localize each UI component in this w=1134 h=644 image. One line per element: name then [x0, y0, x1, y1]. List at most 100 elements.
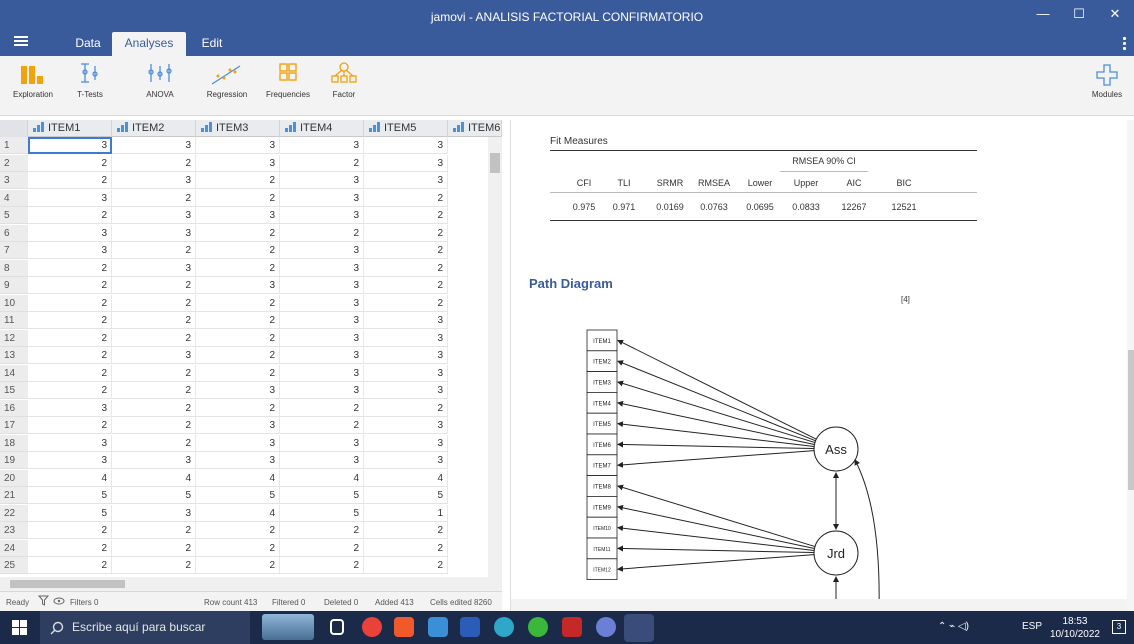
- row-number[interactable]: 21: [0, 487, 28, 504]
- table-cell[interactable]: 2: [112, 522, 196, 539]
- table-cell[interactable]: 2: [196, 224, 280, 242]
- table-cell[interactable]: 3: [280, 172, 364, 189]
- table-cell[interactable]: 2: [112, 189, 196, 207]
- table-cell[interactable]: 2: [196, 259, 280, 277]
- task-view-icon[interactable]: [330, 619, 344, 635]
- row-number[interactable]: 20: [0, 469, 28, 487]
- row-number[interactable]: 13: [0, 347, 28, 364]
- table-cell[interactable]: 4: [112, 469, 196, 487]
- row-number[interactable]: 3: [0, 172, 28, 189]
- table-cell[interactable]: 2: [112, 312, 196, 329]
- table-cell[interactable]: 2: [28, 154, 112, 172]
- table-cell[interactable]: 3: [112, 347, 196, 364]
- table-cell[interactable]: 2: [112, 399, 196, 417]
- table-cell[interactable]: 2: [280, 154, 364, 172]
- table-cell[interactable]: 2: [112, 154, 196, 172]
- table-cell[interactable]: 3: [28, 452, 112, 469]
- table-cell[interactable]: 3: [112, 452, 196, 469]
- table-cell[interactable]: 3: [364, 137, 448, 154]
- table-cell[interactable]: 2: [196, 312, 280, 329]
- row-number[interactable]: 22: [0, 504, 28, 522]
- table-cell[interactable]: 5: [28, 487, 112, 504]
- table-cell[interactable]: 3: [112, 504, 196, 522]
- table-cell[interactable]: 3: [28, 224, 112, 242]
- column-header-item3[interactable]: ITEM3: [196, 120, 280, 137]
- table-cell[interactable]: 3: [280, 242, 364, 259]
- table-cell[interactable]: 4: [28, 469, 112, 487]
- table-cell[interactable]: 3: [196, 452, 280, 469]
- table-cell[interactable]: 2: [28, 329, 112, 347]
- table-cell[interactable]: 2: [28, 364, 112, 382]
- row-number[interactable]: 10: [0, 294, 28, 312]
- table-cell[interactable]: 3: [280, 312, 364, 329]
- table-cell[interactable]: 2: [280, 557, 364, 574]
- table-cell[interactable]: 2: [112, 242, 196, 259]
- row-number[interactable]: 18: [0, 434, 28, 452]
- table-cell[interactable]: 3: [28, 399, 112, 417]
- table-cell[interactable]: 3: [364, 364, 448, 382]
- table-cell[interactable]: 2: [28, 347, 112, 364]
- table-cell[interactable]: 5: [280, 504, 364, 522]
- taskbar-search-box[interactable]: Escribe aquí para buscar: [40, 611, 250, 644]
- table-cell[interactable]: 2: [196, 557, 280, 574]
- table-cell[interactable]: 2: [280, 539, 364, 557]
- table-cell[interactable]: 4: [196, 504, 280, 522]
- table-cell[interactable]: 3: [280, 434, 364, 452]
- language-indicator[interactable]: ESP: [1022, 621, 1042, 632]
- file-explorer-icon[interactable]: [428, 617, 448, 637]
- column-header-item1[interactable]: ITEM1: [28, 120, 112, 137]
- table-cell[interactable]: 2: [196, 399, 280, 417]
- chrome-canary-icon[interactable]: [494, 617, 514, 637]
- table-cell[interactable]: 2: [112, 417, 196, 434]
- windows-start-icon[interactable]: [12, 620, 27, 640]
- table-cell[interactable]: 4: [280, 469, 364, 487]
- table-cell[interactable]: 2: [364, 294, 448, 312]
- table-cell[interactable]: 2: [196, 189, 280, 207]
- table-cell[interactable]: 3: [280, 277, 364, 294]
- row-number[interactable]: 2: [0, 154, 28, 172]
- brave-icon[interactable]: [394, 617, 414, 637]
- row-number[interactable]: 8: [0, 259, 28, 277]
- table-cell[interactable]: 5: [28, 504, 112, 522]
- table-cell[interactable]: 2: [280, 224, 364, 242]
- tab-edit[interactable]: Edit: [192, 32, 232, 56]
- table-cell[interactable]: 2: [28, 207, 112, 224]
- grid-vertical-scrollbar[interactable]: [488, 137, 502, 577]
- row-number[interactable]: 24: [0, 539, 28, 557]
- table-cell[interactable]: 2: [196, 364, 280, 382]
- row-number[interactable]: 23: [0, 522, 28, 539]
- table-cell[interactable]: 2: [196, 347, 280, 364]
- table-cell[interactable]: 3: [364, 329, 448, 347]
- table-cell[interactable]: 3: [364, 452, 448, 469]
- table-cell[interactable]: 3: [196, 154, 280, 172]
- table-cell[interactable]: 2: [28, 539, 112, 557]
- row-number[interactable]: 15: [0, 382, 28, 399]
- table-cell[interactable]: 3: [280, 347, 364, 364]
- table-cell[interactable]: 2: [28, 417, 112, 434]
- row-number[interactable]: 9: [0, 277, 28, 294]
- table-cell[interactable]: 2: [364, 557, 448, 574]
- row-number[interactable]: 16: [0, 399, 28, 417]
- table-cell[interactable]: 2: [112, 434, 196, 452]
- chrome-icon[interactable]: [362, 617, 382, 637]
- table-cell[interactable]: 2: [364, 224, 448, 242]
- minimize-button[interactable]: —: [1028, 6, 1058, 21]
- table-cell[interactable]: 2: [28, 259, 112, 277]
- exploration-button[interactable]: Exploration: [8, 62, 58, 99]
- table-cell[interactable]: 3: [28, 434, 112, 452]
- table-cell[interactable]: 2: [364, 399, 448, 417]
- close-button[interactable]: ✕: [1100, 6, 1130, 22]
- table-cell[interactable]: 3: [112, 207, 196, 224]
- results-horizontal-scrollbar[interactable]: [511, 599, 1127, 611]
- tray-icons[interactable]: ⌃ ⌁ ◁): [938, 621, 969, 632]
- filter-icon[interactable]: [37, 595, 66, 609]
- table-cell[interactable]: 2: [112, 364, 196, 382]
- table-cell[interactable]: 3: [112, 172, 196, 189]
- table-cell[interactable]: 5: [364, 487, 448, 504]
- row-number[interactable]: 11: [0, 312, 28, 329]
- app-green-icon[interactable]: [528, 617, 548, 637]
- table-cell[interactable]: 3: [280, 207, 364, 224]
- regression-button[interactable]: Regression: [202, 62, 252, 99]
- row-number[interactable]: 1: [0, 137, 28, 154]
- table-cell[interactable]: 5: [280, 487, 364, 504]
